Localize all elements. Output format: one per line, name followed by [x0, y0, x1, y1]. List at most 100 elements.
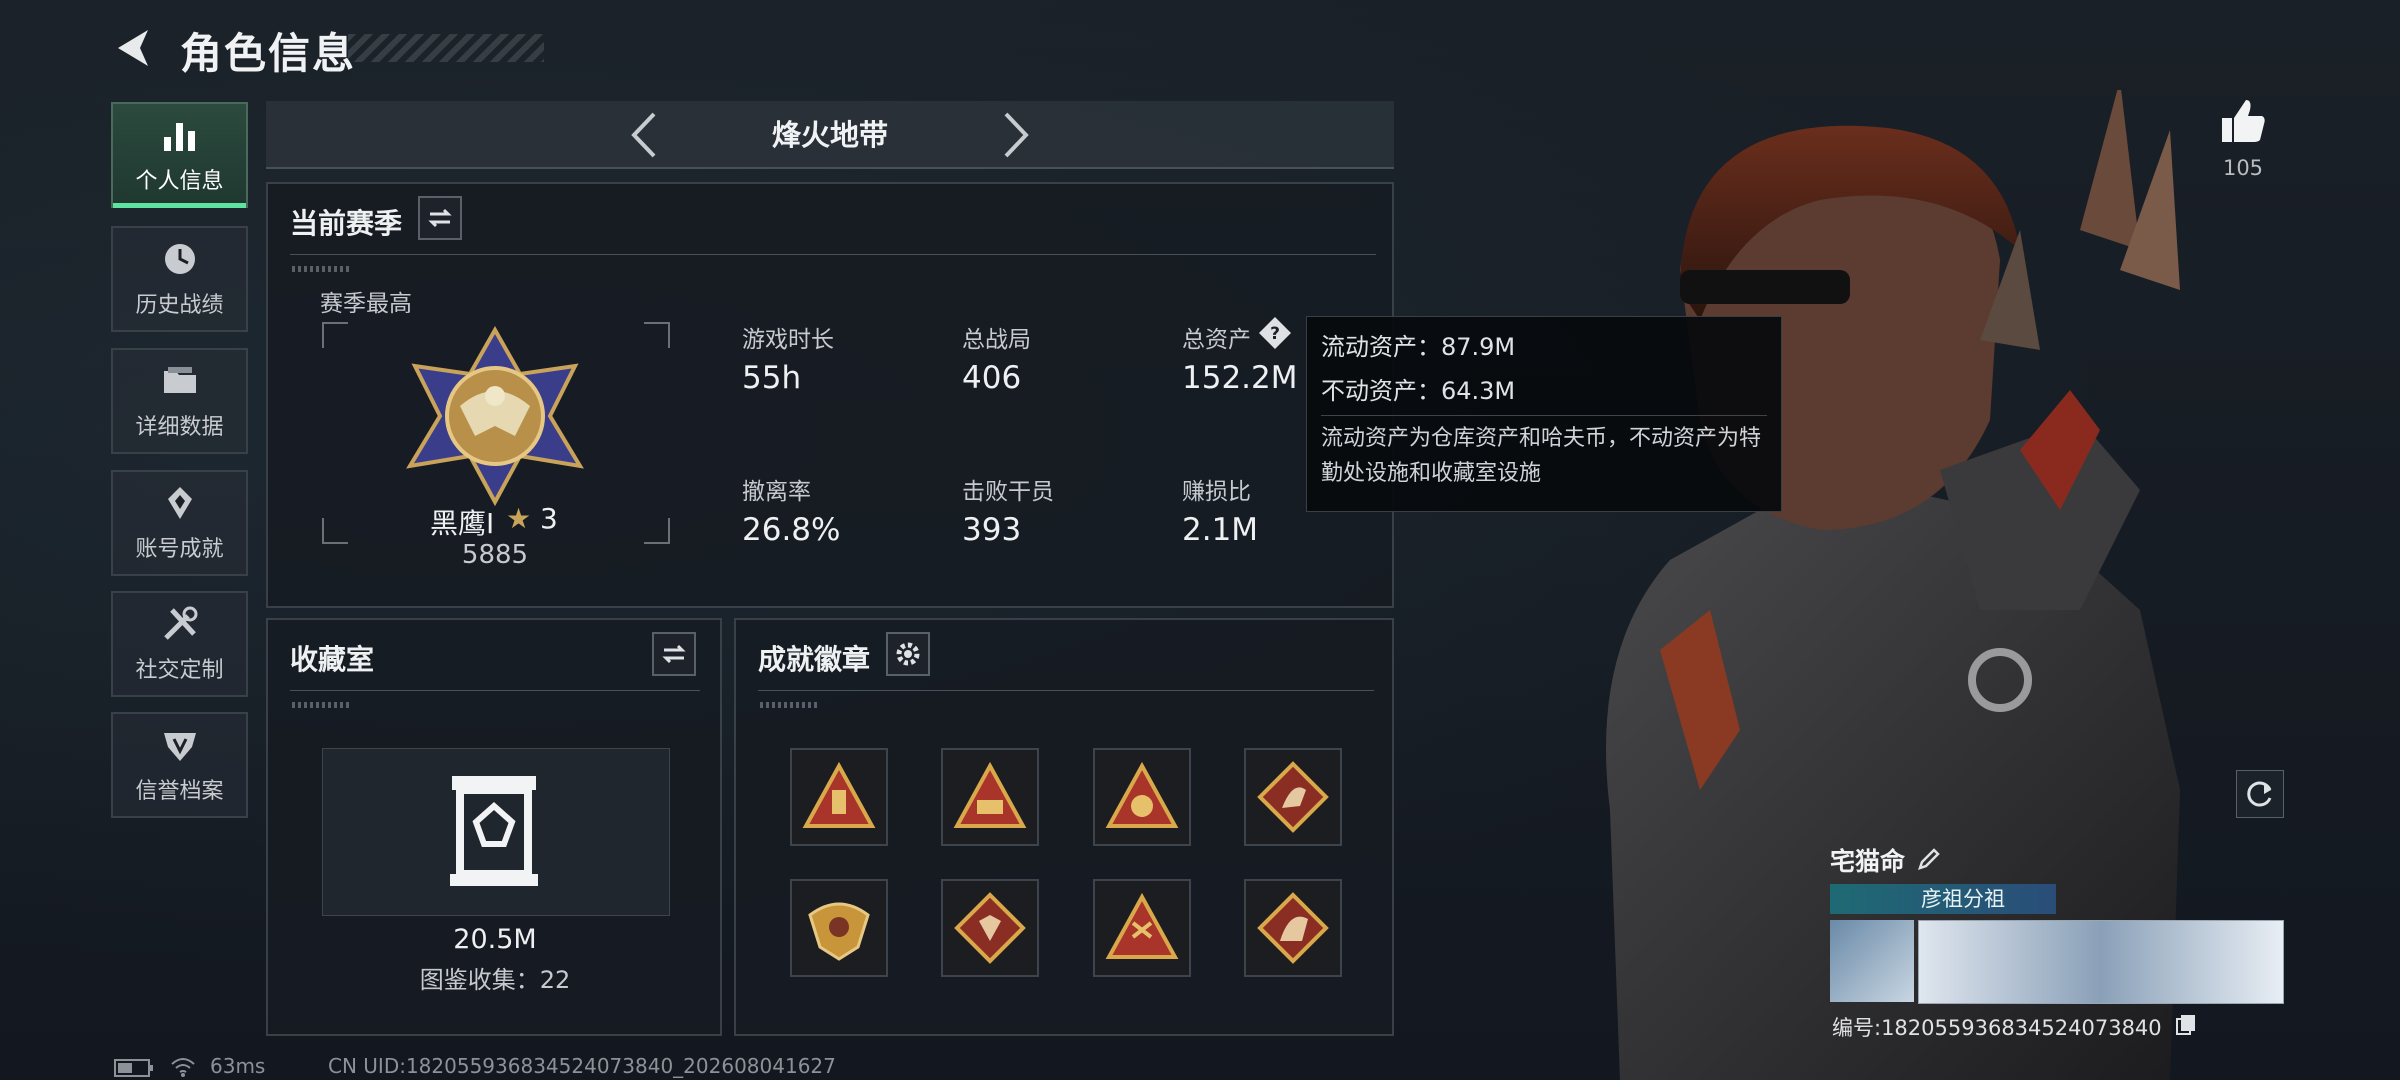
achievement-badge[interactable]	[1093, 879, 1191, 977]
title-banner-text: 彦祖分祖	[1921, 887, 2005, 911]
vault-icon	[450, 776, 538, 886]
badge-icon	[1105, 892, 1179, 959]
stat-value: 55h	[742, 360, 802, 396]
badges-settings-button[interactable]	[886, 632, 930, 676]
divider	[290, 254, 1376, 255]
season-title: 当前赛季	[290, 207, 403, 240]
badge-icon	[808, 902, 870, 961]
rank-stars: 3	[540, 502, 558, 535]
deco-tag	[292, 702, 352, 708]
copy-icon[interactable]	[2174, 1012, 2198, 1036]
achievement-badge[interactable]	[941, 748, 1039, 846]
svg-text:?: ?	[1270, 324, 1280, 344]
badge-icon	[1105, 761, 1179, 828]
achievement-badge[interactable]	[790, 879, 888, 977]
stat-label: 总资产	[1182, 327, 1251, 353]
badge-icon	[1257, 892, 1329, 964]
stat-label: 击败干员	[962, 479, 1054, 505]
back-button[interactable]	[110, 24, 158, 72]
sidebar-item-details[interactable]: 详细数据	[111, 348, 248, 454]
achievement-badge[interactable]	[941, 879, 1039, 977]
badge-icon	[1257, 761, 1329, 833]
sidebar-item-social[interactable]: 社交定制	[111, 591, 248, 697]
tooltip-fixed: 不动资产：64.3M	[1321, 377, 1516, 405]
shield-icon	[163, 733, 196, 761]
collection-switch-button[interactable]	[652, 632, 696, 676]
deco-tag	[760, 702, 820, 708]
avatar[interactable]	[1830, 920, 1914, 1002]
achievement-badge[interactable]	[1244, 748, 1342, 846]
chevron-right-icon[interactable]	[1000, 110, 1034, 160]
stat-label: 赚损比	[1182, 479, 1251, 505]
collection-title: 收藏室	[290, 643, 375, 676]
history-icon	[164, 244, 195, 274]
rank-name: 黑鹰Ⅰ	[430, 507, 495, 540]
mode-label: 烽火地带	[771, 118, 888, 152]
divider	[290, 690, 700, 691]
sidebar-item-profile[interactable]: 个人信息	[111, 102, 248, 208]
player-id: 编号:1820559368345240738​40	[1832, 1016, 2162, 1040]
tooltip-note: 流动资产为仓库资产和哈夫币，不动资产为特勤处设施和收藏室设施	[1321, 426, 1762, 486]
refresh-icon	[2247, 781, 2272, 807]
sidebar-item-credit[interactable]: 信誉档案	[111, 712, 248, 818]
folder-icon	[163, 367, 196, 393]
battery-icon	[114, 1059, 153, 1077]
bar-chart-icon	[163, 123, 195, 151]
stat-label: 游戏时长	[742, 327, 834, 353]
chevron-left-icon[interactable]	[626, 110, 660, 160]
sidebar-item-history[interactable]: 历史战绩	[111, 226, 248, 332]
badge-icon	[802, 761, 876, 828]
rank-emblem-icon	[406, 326, 584, 506]
badges-title: 成就徽章	[758, 643, 871, 676]
sidebar-item-label: 历史战绩	[135, 293, 224, 318]
sidebar-item-label: 个人信息	[135, 169, 224, 194]
active-indicator	[113, 203, 246, 208]
asset-tooltip: 流动资产：87.9M 不动资产：64.3M 流动资产为仓库资产和哈夫币，不动资产…	[1306, 316, 1782, 512]
sidebar-item-label: 社交定制	[135, 658, 224, 683]
divider	[1321, 415, 1767, 416]
achievement-badge[interactable]	[1093, 748, 1191, 846]
title-decoration	[348, 34, 544, 62]
page-title: 角色信息	[180, 29, 357, 78]
sidebar-item-achievements[interactable]: 账号成就	[111, 470, 248, 576]
tooltip-liquid: 流动资产：87.9M	[1321, 333, 1516, 361]
rotate-button[interactable]	[2236, 770, 2284, 818]
tools-icon	[163, 606, 197, 640]
collection-count: 图鉴收集：22	[419, 966, 571, 994]
name-card-banner[interactable]	[1918, 920, 2284, 1004]
edit-icon[interactable]	[1916, 846, 1942, 872]
achievement-icon	[167, 487, 192, 519]
badge-icon	[954, 892, 1026, 964]
title-banner: 彦祖分祖	[1830, 884, 2056, 914]
achievement-badge[interactable]	[790, 748, 888, 846]
deco-tag	[292, 266, 352, 272]
sidebar-item-label: 详细数据	[135, 415, 224, 440]
collection-value: 20.5M	[453, 924, 537, 955]
swap-icon	[662, 644, 686, 664]
star-icon: ★	[506, 502, 532, 535]
stat-label: 总战局	[962, 327, 1031, 353]
achievement-badge[interactable]	[1244, 879, 1342, 977]
gear-icon	[896, 642, 920, 666]
wifi-icon	[171, 1058, 195, 1077]
stat-value: 2.1M	[1182, 512, 1259, 548]
frame-corner	[322, 518, 348, 544]
frame-corner	[644, 518, 670, 544]
rank-score: 5885	[461, 540, 529, 570]
divider	[758, 690, 1374, 691]
thumbs-up-icon[interactable]	[2218, 96, 2268, 146]
stat-value: 152.2M	[1182, 360, 1298, 396]
badge-icon	[953, 761, 1027, 828]
ping-text: 63ms	[210, 1054, 266, 1078]
help-icon[interactable]: ?	[1258, 316, 1292, 350]
stat-value: 26.8%	[742, 512, 841, 548]
player-name: 宅猫命	[1830, 847, 1906, 876]
swap-icon	[428, 208, 452, 228]
stat-label: 撤离率	[742, 479, 811, 505]
stat-value: 393	[962, 512, 1022, 548]
season-best-label: 赛季最高	[320, 291, 412, 317]
season-switch-button[interactable]	[418, 196, 462, 240]
frame-corner	[644, 322, 670, 348]
stat-value: 406	[962, 360, 1022, 396]
likes-count: 105	[2222, 156, 2264, 180]
